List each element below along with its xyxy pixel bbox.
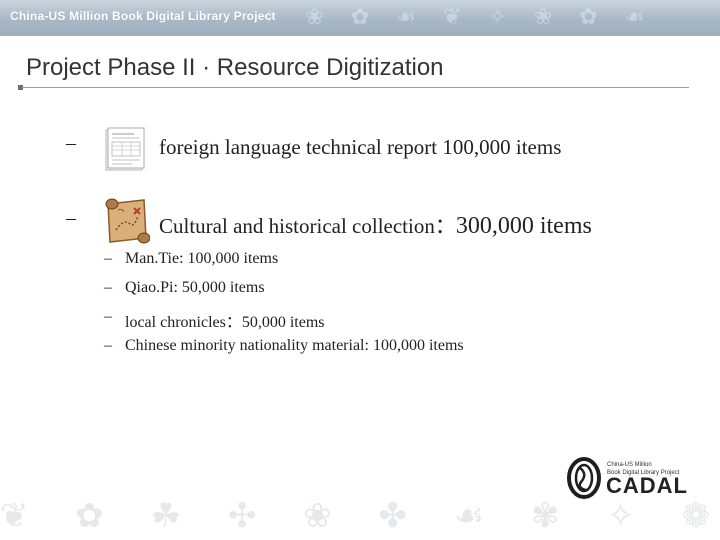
title-rule bbox=[22, 87, 689, 88]
subitem-local-chronicles: local chronicles：50,000 items bbox=[125, 314, 325, 331]
map-scroll-icon bbox=[105, 198, 150, 244]
sub-bullet-dash: – bbox=[104, 337, 112, 354]
item-cultural-collection: Cultural and historical collection：300,0… bbox=[159, 210, 592, 240]
subitem-qiaopi: Qiao.Pi: 50,000 items bbox=[125, 279, 265, 296]
header-bar: ✧ ❀ ✿ ☙ ❦ ✧ ❀ ✿ ☙ China-US Million Book … bbox=[0, 0, 720, 36]
item-cultural-collection-label: Cultural and historical collection： bbox=[159, 214, 456, 238]
footer-decorative-pattern: ❦ ✿ ☘ ✣ ❀ ✤ ☙ ✾ ✧ ❁ bbox=[0, 496, 720, 536]
logo-name: CADAL bbox=[606, 473, 688, 498]
header-decorative-pattern: ✧ ❀ ✿ ☙ ❦ ✧ ❀ ✿ ☙ bbox=[260, 5, 655, 30]
bullet-dash: – bbox=[66, 132, 76, 154]
document-icon bbox=[105, 127, 145, 171]
subitem-minority-material: Chinese minority nationality material: 1… bbox=[125, 337, 464, 354]
slide-title: Project Phase II · Resource Digitization bbox=[26, 54, 444, 81]
sub-bullet-dash: – bbox=[104, 250, 112, 267]
sub-bullet-dash: – bbox=[104, 308, 112, 325]
item-cultural-collection-count: 300,000 items bbox=[455, 213, 592, 239]
header-title: China-US Million Book Digital Library Pr… bbox=[10, 9, 276, 23]
item-technical-reports: foreign language technical report 100,00… bbox=[159, 135, 562, 159]
bullet-dash: – bbox=[66, 207, 76, 229]
sub-bullet-dash: – bbox=[104, 279, 112, 296]
logo-caption-line1: China-US Million bbox=[607, 462, 652, 468]
subitem-mantie: Man.Tie: 100,000 items bbox=[125, 250, 279, 267]
